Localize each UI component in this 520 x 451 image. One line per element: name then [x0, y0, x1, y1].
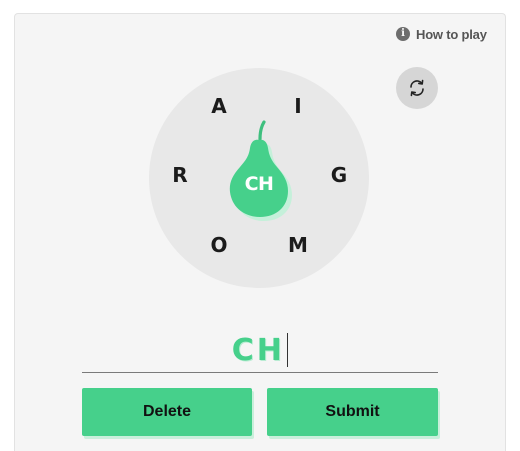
delete-button[interactable]: Delete — [82, 388, 252, 436]
shuffle-button[interactable] — [396, 67, 438, 109]
text-caret — [286, 333, 289, 367]
current-word: CH — [231, 332, 285, 368]
letter-tile-g[interactable]: G — [323, 159, 355, 191]
letter-tile-o[interactable]: O — [203, 229, 235, 261]
submit-button[interactable]: Submit — [267, 388, 438, 436]
letter-tile-a[interactable]: A — [203, 90, 235, 122]
letter-tile-r[interactable]: R — [164, 159, 196, 191]
letter-tile-m[interactable]: M — [282, 229, 314, 261]
pear-center-tile[interactable] — [222, 119, 296, 223]
shuffle-icon — [410, 79, 424, 97]
how-to-play-label: How to play — [416, 26, 487, 42]
letter-tile-i[interactable]: I — [282, 90, 314, 122]
how-to-play-link[interactable]: i How to play — [396, 25, 487, 43]
info-icon: i — [396, 27, 410, 41]
word-entry-field[interactable]: CH — [82, 328, 438, 373]
